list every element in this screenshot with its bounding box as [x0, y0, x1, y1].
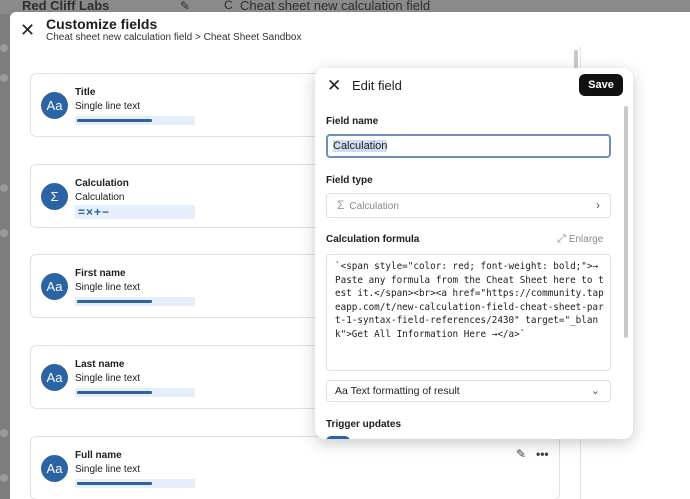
sidebar-dot-icon [0, 184, 8, 192]
sidebar-dot-icon [0, 429, 8, 437]
field-name: Title [75, 87, 96, 98]
field-name: Last name [75, 359, 125, 370]
background-crumb-letter: C [224, 0, 233, 12]
close-icon[interactable]: ✕ [327, 77, 341, 94]
text-field-icon: Aa [41, 364, 68, 391]
panel-title: Edit field [352, 78, 402, 93]
sidebar-dot-icon [0, 74, 8, 82]
field-name-label: Field name [326, 116, 379, 127]
enlarge-icon: ⤢ [557, 233, 566, 245]
field-name: Full name [75, 450, 122, 461]
field-type: Single line text [75, 373, 141, 384]
text-formatting-select[interactable]: Aa Text formatting of result ⌄ [326, 380, 611, 402]
field-preview [75, 388, 195, 397]
formula-editor[interactable]: `<span style="color: red; font-weight: b… [326, 254, 611, 371]
edit-field-panel: ✕ Edit field Save Field name Calculation… [315, 68, 633, 439]
panel-scrollbar[interactable] [624, 106, 628, 338]
field-preview [75, 479, 195, 488]
breadcrumb: Cheat sheet new calculation field > Chea… [46, 32, 302, 43]
formula-label: Calculation formula [326, 234, 420, 245]
background-sidebar [0, 14, 10, 499]
field-card-full-name[interactable]: Aa Full name Single line text ✎ ••• [30, 436, 560, 499]
text-field-icon: Aa [41, 455, 68, 482]
trigger-updates-label: Trigger updates [326, 419, 402, 430]
enlarge-label: Enlarge [568, 234, 604, 245]
field-name-input[interactable]: Calculation [326, 134, 611, 158]
field-type: Single line text [75, 464, 141, 475]
text-format-label: Text formatting of result [350, 385, 460, 397]
field-name: First name [75, 268, 126, 279]
enlarge-button[interactable]: ⤢ Enlarge [557, 233, 603, 246]
chevron-right-icon: › [596, 198, 600, 212]
field-type: Single line text [75, 282, 141, 293]
field-type-label: Field type [326, 175, 373, 186]
close-icon[interactable]: ✕ [20, 21, 36, 39]
sidebar-dot-icon [0, 229, 8, 237]
sigma-icon: Σ [41, 183, 68, 210]
text-field-icon: Aa [41, 273, 68, 300]
modal-title: Customize fields [46, 16, 158, 32]
pencil-icon[interactable]: ✎ [516, 447, 526, 461]
field-preview [75, 116, 195, 125]
trigger-toggle[interactable] [326, 436, 350, 439]
chevron-down-icon: ⌄ [590, 385, 600, 397]
ellipsis-icon[interactable]: ••• [536, 447, 549, 461]
field-type: Calculation [75, 192, 125, 203]
field-type-select[interactable]: Σ Calculation › [326, 193, 611, 218]
text-format-icon: Aa [335, 385, 348, 397]
sigma-icon: Σ [337, 198, 345, 212]
field-name-value: Calculation [333, 140, 388, 152]
sidebar-dot-icon [0, 474, 8, 482]
calculation-operators-icon: =×+− [75, 205, 195, 219]
field-name: Calculation [75, 178, 129, 189]
save-button[interactable]: Save [579, 74, 623, 96]
field-type-value: Calculation [349, 201, 399, 212]
field-preview [75, 297, 195, 306]
text-field-icon: Aa [41, 92, 68, 119]
sidebar-dot-icon [0, 44, 8, 52]
field-type: Single line text [75, 101, 141, 112]
